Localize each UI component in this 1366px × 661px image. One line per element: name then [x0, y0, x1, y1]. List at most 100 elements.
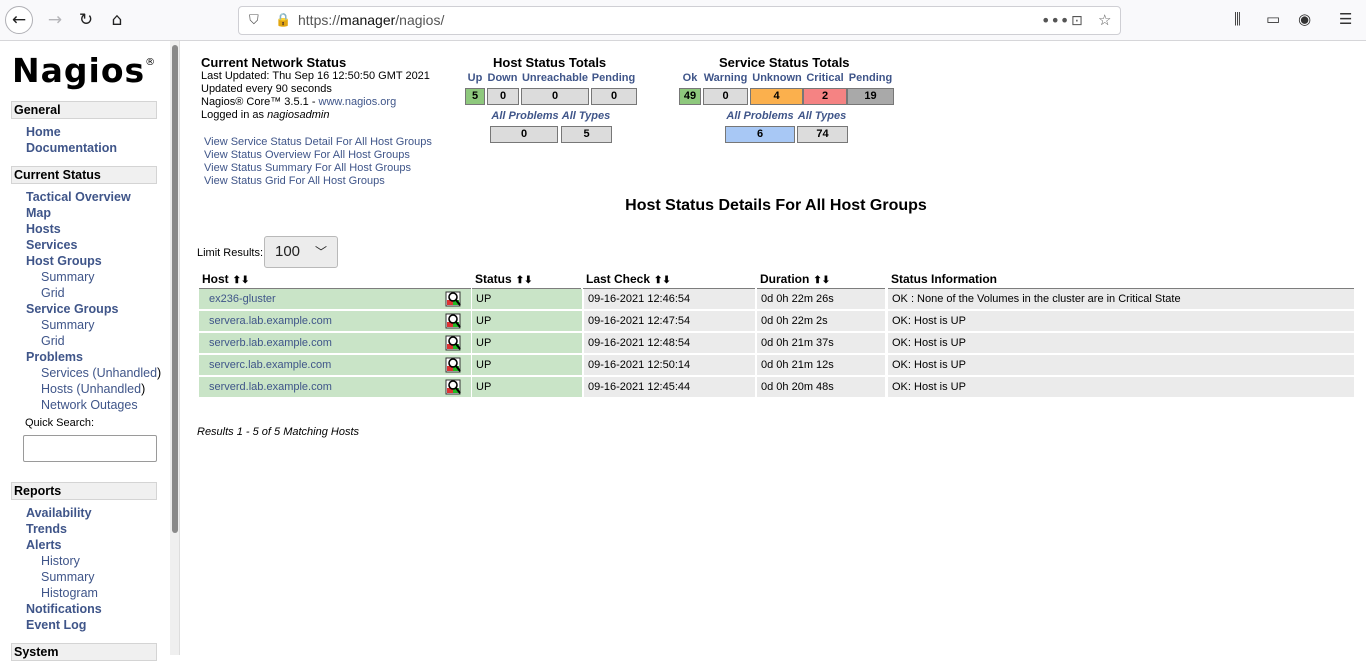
- host-link[interactable]: serverc.lab.example.com: [203, 359, 331, 371]
- url-bar[interactable]: ⛉ 🔒 https://manager/nagios/ ••• ⊡ ☆: [238, 6, 1121, 35]
- last-check-cell: 09-16-2021 12:47:54: [584, 311, 755, 331]
- last-check-cell: 09-16-2021 12:45:44: [584, 377, 755, 397]
- forward-button[interactable]: →: [41, 6, 69, 34]
- limit-results-select[interactable]: 100 ﹀: [264, 236, 338, 268]
- home-button[interactable]: ⌂: [103, 6, 131, 34]
- col-duration[interactable]: Duration ⬆⬇: [757, 272, 885, 289]
- menu-icon[interactable]: ☰: [1339, 10, 1352, 28]
- last-check-cell: 09-16-2021 12:46:54: [584, 289, 755, 309]
- host-unreachable-label[interactable]: Unreachable: [520, 72, 590, 84]
- shield-icon[interactable]: ⛉: [249, 13, 259, 28]
- nav-hg-grid[interactable]: Grid: [41, 286, 65, 300]
- link-status-grid[interactable]: View Status Grid For All Host Groups: [204, 175, 385, 187]
- library-icon[interactable]: ⫼: [1234, 10, 1241, 28]
- host-down-label[interactable]: Down: [486, 72, 519, 84]
- section-current-status: Current Status: [11, 166, 157, 184]
- svc-unknown-count[interactable]: 4: [750, 88, 803, 105]
- view-services-icon[interactable]: [445, 313, 461, 329]
- svc-ok-label[interactable]: Ok: [679, 72, 701, 84]
- svc-pending-label[interactable]: Pending: [847, 72, 894, 84]
- host-cell: servera.lab.example.com: [199, 311, 471, 331]
- nav-hg-summary[interactable]: Summary: [41, 270, 94, 284]
- lock-warning-icon[interactable]: 🔒: [275, 13, 291, 28]
- host-link[interactable]: ex236-gluster: [203, 293, 276, 305]
- back-button[interactable]: ←: [5, 6, 33, 34]
- svc-all-types-count[interactable]: 74: [797, 126, 848, 143]
- nav-sg-grid[interactable]: Grid: [41, 334, 65, 348]
- svc-warning-count[interactable]: 0: [703, 88, 748, 105]
- svc-critical-count[interactable]: 2: [803, 88, 847, 105]
- pocket-icon[interactable]: ⊡: [1071, 13, 1083, 29]
- view-services-icon[interactable]: [445, 379, 461, 395]
- nav-documentation[interactable]: Documentation: [26, 141, 117, 155]
- host-pending-label[interactable]: Pending: [591, 72, 636, 84]
- sort-arrows-icon[interactable]: ⬆⬇: [654, 275, 671, 286]
- status-info-cell: OK: Host is UP: [888, 355, 1354, 375]
- nav-hosts[interactable]: Hosts: [26, 222, 61, 236]
- svc-all-problems-count[interactable]: 6: [725, 126, 795, 143]
- nav-notifications[interactable]: Notifications: [26, 602, 102, 616]
- sort-arrows-icon[interactable]: ⬆⬇: [233, 275, 250, 286]
- nav-availability[interactable]: Availability: [26, 506, 92, 520]
- host-down-count[interactable]: 0: [487, 88, 519, 105]
- nav-sg-summary[interactable]: Summary: [41, 318, 94, 332]
- scrollbar-thumb[interactable]: [172, 45, 178, 533]
- host-all-types-count[interactable]: 5: [561, 126, 612, 143]
- svc-all-problems-label[interactable]: All Problems: [725, 110, 795, 122]
- nav-alerts[interactable]: Alerts: [26, 538, 61, 552]
- host-all-types-label[interactable]: All Types: [560, 110, 612, 122]
- nav-host-groups[interactable]: Host Groups: [26, 254, 102, 268]
- nav-network-outages[interactable]: Network Outages: [41, 398, 138, 412]
- col-last-check[interactable]: Last Check ⬆⬇: [583, 272, 755, 289]
- host-up-label[interactable]: Up: [465, 72, 485, 84]
- view-services-icon[interactable]: [445, 357, 461, 373]
- host-all-problems-label[interactable]: All Problems: [490, 110, 560, 122]
- sort-arrows-icon[interactable]: ⬆⬇: [516, 275, 533, 286]
- nav-services[interactable]: Services: [26, 238, 77, 252]
- host-link[interactable]: serverd.lab.example.com: [203, 381, 332, 393]
- nav-event-log[interactable]: Event Log: [26, 618, 86, 632]
- col-host[interactable]: Host ⬆⬇: [199, 272, 471, 289]
- link-status-overview[interactable]: View Status Overview For All Host Groups: [204, 149, 410, 161]
- svc-warning-label[interactable]: Warning: [703, 72, 748, 84]
- sidebar-toggle-icon[interactable]: ▭: [1266, 10, 1280, 28]
- nav-problem-hosts[interactable]: Hosts (Unhandled): [41, 382, 145, 396]
- link-service-status-detail[interactable]: View Service Status Detail For All Host …: [204, 136, 432, 148]
- nav-alert-summary[interactable]: Summary: [41, 570, 94, 584]
- host-pending-count[interactable]: 0: [591, 88, 637, 105]
- sidebar-scrollbar[interactable]: [170, 41, 180, 655]
- nagios-org-link[interactable]: www.nagios.org: [319, 96, 397, 108]
- reload-button[interactable]: ↻: [72, 6, 100, 34]
- url-text[interactable]: https://manager/nagios/: [298, 12, 444, 28]
- col-status[interactable]: Status ⬆⬇: [472, 272, 581, 289]
- link-status-summary[interactable]: View Status Summary For All Host Groups: [204, 162, 411, 174]
- host-link[interactable]: serverb.lab.example.com: [203, 337, 332, 349]
- more-actions-icon[interactable]: •••: [1041, 11, 1069, 30]
- nav-problem-services[interactable]: Services (Unhandled): [41, 366, 161, 380]
- sort-arrows-icon[interactable]: ⬆⬇: [813, 275, 830, 286]
- view-services-icon[interactable]: [445, 335, 461, 351]
- host-link[interactable]: servera.lab.example.com: [203, 315, 332, 327]
- host-up-count[interactable]: 5: [465, 88, 485, 105]
- nav-alert-history[interactable]: History: [41, 554, 80, 568]
- svc-critical-label[interactable]: Critical: [803, 72, 847, 84]
- bookmark-star-icon[interactable]: ☆: [1098, 11, 1111, 29]
- view-services-icon[interactable]: [445, 291, 461, 307]
- host-unreachable-count[interactable]: 0: [521, 88, 589, 105]
- nav-home[interactable]: Home: [26, 125, 61, 139]
- account-icon[interactable]: ◉: [1298, 10, 1311, 28]
- svc-ok-count[interactable]: 49: [679, 88, 701, 105]
- nav-map[interactable]: Map: [26, 206, 51, 220]
- nagios-logo[interactable]: Nagios®: [12, 51, 156, 90]
- nav-alert-histogram[interactable]: Histogram: [41, 586, 98, 600]
- quick-search-input[interactable]: [23, 435, 157, 462]
- host-totals-title: Host Status Totals: [493, 55, 607, 70]
- nav-problems[interactable]: Problems: [26, 350, 83, 364]
- svc-pending-count[interactable]: 19: [847, 88, 894, 105]
- svc-unknown-label[interactable]: Unknown: [750, 72, 804, 84]
- nav-service-groups[interactable]: Service Groups: [26, 302, 118, 316]
- host-all-problems-count[interactable]: 0: [490, 126, 558, 143]
- nav-tactical-overview[interactable]: Tactical Overview: [26, 190, 131, 204]
- svc-all-types-label[interactable]: All Types: [796, 110, 848, 122]
- nav-trends[interactable]: Trends: [26, 522, 67, 536]
